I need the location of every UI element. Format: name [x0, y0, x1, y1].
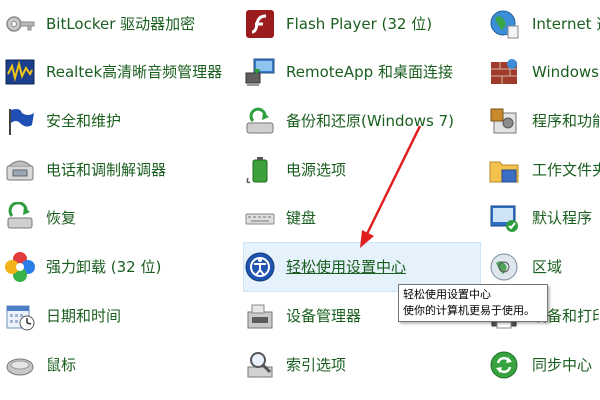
item-realtek-audio[interactable]: Realtek高清晰音频管理器	[4, 52, 240, 92]
tooltip: 轻松使用设置中心 使你的计算机更易于使用。	[398, 284, 548, 322]
item-programs-features[interactable]: 程序和功能	[488, 101, 600, 141]
backup-restore-icon	[246, 107, 274, 134]
item-bitlocker[interactable]: BitLocker 驱动器加密	[4, 4, 240, 44]
realtek-audio-icon	[5, 59, 35, 85]
tooltip-title: 轻松使用设置中心	[403, 288, 491, 301]
item-label: Flash Player (32 位)	[286, 15, 433, 33]
sync-center-icon	[490, 351, 518, 379]
indexing-icon	[247, 352, 273, 378]
item-recovery[interactable]: 恢复	[4, 198, 240, 238]
item-label: 安全和维护	[46, 112, 122, 130]
item-label: 恢复	[46, 209, 77, 227]
firewall-icon	[491, 59, 517, 84]
item-label: 默认程序	[532, 209, 593, 227]
item-label: 同步中心	[532, 356, 593, 374]
default-programs-icon	[490, 205, 518, 232]
item-label: 备份和还原(Windows 7)	[286, 112, 454, 130]
item-windows-firewall[interactable]: Windows 墙	[488, 52, 600, 92]
item-mouse[interactable]: 鼠标	[4, 345, 240, 385]
item-region[interactable]: 区域	[488, 247, 600, 287]
remoteapp-icon	[245, 58, 275, 86]
uninstall-flower-icon	[5, 252, 35, 282]
programs-features-icon	[490, 108, 517, 134]
item-work-folders[interactable]: 工作文件夹	[488, 150, 600, 190]
item-label: 键盘	[286, 209, 317, 227]
internet-globe-icon	[490, 10, 519, 39]
item-label: Realtek高清晰音频管理器	[46, 63, 223, 81]
keyboard-icon	[245, 213, 275, 225]
item-sync-center[interactable]: 同步中心	[488, 345, 600, 385]
security-flag-icon	[9, 109, 34, 135]
item-phone-modem[interactable]: 电话和调制解调器	[4, 150, 240, 190]
item-backup-restore[interactable]: 备份和还原(Windows 7)	[244, 101, 480, 141]
item-power-options[interactable]: 电源选项	[244, 150, 480, 190]
calendar-clock-icon	[6, 305, 35, 331]
work-folders-icon	[489, 161, 519, 183]
phone-modem-icon	[6, 160, 34, 181]
item-label: 强力卸载 (32 位)	[46, 258, 162, 276]
item-default-programs[interactable]: 默认程序	[488, 198, 600, 238]
item-label: 电话和调制解调器	[46, 161, 167, 179]
recovery-icon	[7, 202, 33, 229]
item-label: 轻松使用设置中心	[286, 258, 407, 276]
item-label: 区域	[532, 258, 563, 276]
item-keyboard[interactable]: 键盘	[244, 198, 480, 238]
item-label: 程序和功能	[532, 112, 600, 130]
item-remoteapp[interactable]: RemoteApp 和桌面连接	[244, 52, 480, 92]
tooltip-description: 使你的计算机更易于使用。	[403, 304, 535, 317]
ease-of-access-icon	[245, 252, 275, 282]
mouse-icon	[6, 358, 34, 376]
item-label: 索引选项	[286, 356, 347, 374]
item-indexing-options[interactable]: 索引选项	[244, 345, 480, 385]
item-label: RemoteApp 和桌面连接	[286, 63, 453, 81]
flash-player-icon	[246, 10, 274, 38]
bitlocker-key-icon	[6, 16, 35, 32]
device-manager-icon	[247, 304, 273, 329]
item-label: Internet 选	[532, 15, 600, 33]
control-panel-all-items: BitLocker 驱动器加密 Realtek高清晰音频管理器 安全和维护 电话…	[0, 0, 600, 400]
item-date-time[interactable]: 日期和时间	[4, 296, 240, 336]
item-label: 日期和时间	[46, 307, 122, 325]
power-battery-icon	[246, 157, 268, 184]
item-label: 工作文件夹	[532, 161, 600, 179]
item-label: 鼠标	[46, 356, 77, 374]
item-uninstaller[interactable]: 强力卸载 (32 位)	[4, 247, 240, 287]
item-internet-options[interactable]: Internet 选	[488, 4, 600, 44]
region-globe-icon	[490, 253, 518, 281]
item-label: 设备管理器	[286, 307, 362, 325]
item-flash-player[interactable]: Flash Player (32 位)	[244, 4, 480, 44]
item-label: Windows 墙	[532, 62, 600, 81]
item-security-maintenance[interactable]: 安全和维护	[4, 101, 240, 141]
item-label: BitLocker 驱动器加密	[46, 15, 196, 33]
item-label: 电源选项	[286, 161, 347, 179]
